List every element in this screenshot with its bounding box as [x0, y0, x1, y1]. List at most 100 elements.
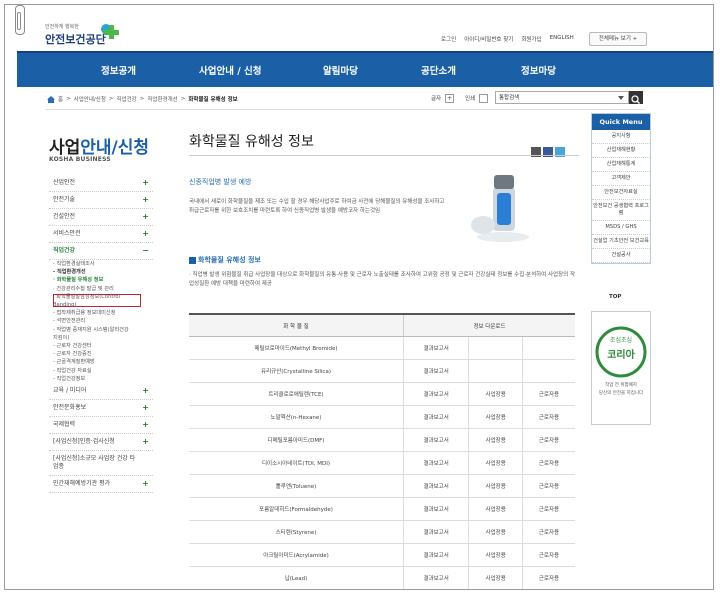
- sidebar-item[interactable]: 안전기술 +: [49, 192, 153, 209]
- top-utility-links: 로그인 아이디/비밀번호 찾기 회원가입 ENGLISH: [441, 35, 574, 43]
- safety-korea-banner[interactable]: 조심조심 코리아 작업 전 위험예지 당신의 안전을 지킵니다: [591, 311, 651, 425]
- download-link-cell[interactable]: 사업장용: [468, 405, 523, 429]
- sidebar-item[interactable]: - 근골격계질환예방: [49, 358, 153, 366]
- quick-menu-item[interactable]: 공지사항: [592, 130, 650, 144]
- top-button[interactable]: TOP: [609, 294, 621, 300]
- download-link-cell[interactable]: 결과보고서: [402, 497, 469, 521]
- nav-notice[interactable]: 알림마당: [323, 63, 358, 77]
- search-select[interactable]: 통합검색: [495, 91, 629, 104]
- sidebar-item[interactable]: - 접착제취급용 정보대미신청: [49, 309, 153, 317]
- download-link-cell[interactable]: 사업장용: [468, 543, 523, 567]
- download-link-cell[interactable]: 결과보고서: [402, 359, 469, 383]
- download-link-cell[interactable]: [468, 359, 523, 383]
- sidebar-title: 사업안내/신청: [49, 138, 150, 158]
- table-row: 포름알데히드(Formaldehyde) 결과보고서 사업장용 근로자용: [189, 497, 575, 521]
- sidebar-item[interactable]: 국제협력 +: [49, 417, 153, 435]
- sidebar-item[interactable]: - 직업건강정보: [49, 375, 153, 383]
- sidebar-item[interactable]: 건설안전 +: [49, 209, 153, 226]
- download-link-cell[interactable]: [521, 336, 575, 360]
- nav-about[interactable]: 공단소개: [421, 63, 456, 77]
- sidebar-item[interactable]: · 화학물질 유해성 정보: [49, 276, 153, 284]
- breadcrumb-home[interactable]: 홈: [58, 95, 63, 103]
- quick-menu-item[interactable]: MSDS / GHS: [592, 221, 650, 235]
- download-link-cell[interactable]: 근로자용: [521, 566, 575, 589]
- zoom-in-icon[interactable]: +: [444, 94, 454, 103]
- download-link-cell[interactable]: 근로자용: [521, 405, 575, 429]
- sidebar-item[interactable]: - 근로자 건강증진: [49, 350, 153, 358]
- safety-korea-logo: 조심조심 코리아 작업 전 위험예지 당신의 안전을 지킵니다: [595, 326, 647, 396]
- login-link[interactable]: 로그인: [441, 35, 456, 43]
- download-link-cell[interactable]: 사업장용: [468, 428, 523, 452]
- download-link-cell[interactable]: 근로자용: [521, 451, 575, 475]
- quick-menu-item[interactable]: 안전보건 공생협력 프로그램: [592, 200, 650, 221]
- find-id-link[interactable]: 아이디/비밀번호 찾기: [464, 35, 513, 43]
- sidebar-subtitle: KOSHA BUSINESS: [49, 156, 111, 163]
- sidebar-item[interactable]: 업종: [49, 463, 153, 477]
- download-link-cell[interactable]: 결과보고서: [402, 428, 469, 452]
- sidebar-item[interactable]: 민간재해예방기관 평가 +: [49, 476, 153, 494]
- sitemap-button[interactable]: 전체메뉴 보기 +: [589, 32, 647, 46]
- table-row: 트리클로로에틸렌(TCE) 결과보고서 사업장용 근로자용: [189, 382, 575, 406]
- download-link-cell[interactable]: 사업장용: [468, 497, 523, 521]
- svg-text:작업 전 위험예지: 작업 전 위험예지: [605, 381, 637, 388]
- quick-menu-item[interactable]: 건설업 기초안전 보건교육: [592, 235, 650, 249]
- download-link-cell[interactable]: 결과보고서: [402, 451, 469, 475]
- download-link-cell[interactable]: 결과보고서: [402, 543, 469, 567]
- nav-info-center[interactable]: 정보마당: [521, 63, 556, 77]
- sidebar-item[interactable]: 지킴이): [49, 334, 153, 342]
- download-link-cell[interactable]: 사업장용: [469, 590, 523, 591]
- download-link-cell[interactable]: 근로자용: [521, 428, 575, 452]
- nav-business[interactable]: 사업안내 / 신청: [199, 63, 262, 77]
- quick-menu-item[interactable]: 건설공사: [592, 249, 650, 263]
- download-link-cell[interactable]: 결과보고서: [404, 590, 469, 591]
- sidebar-item[interactable]: 안전문화홍보 +: [49, 400, 153, 418]
- download-link-cell[interactable]: 근로자용: [521, 520, 575, 544]
- sidebar-item[interactable]: 직업건강 −: [49, 243, 153, 260]
- download-link-cell[interactable]: 근로자용: [521, 382, 575, 406]
- download-link-cell[interactable]: 근로자용: [522, 590, 575, 591]
- download-link-cell[interactable]: [468, 336, 523, 360]
- download-link-cell[interactable]: [521, 359, 575, 383]
- sidebar-item[interactable]: [사업신청]소규모 사업장 건강 타: [49, 451, 153, 463]
- kosha-cross-logo-icon: [101, 24, 119, 39]
- download-link-cell[interactable]: 사업장용: [468, 451, 523, 475]
- print-icon[interactable]: [478, 94, 488, 103]
- sidebar-item[interactable]: [사업신청]인증·검사신청 +: [49, 434, 153, 452]
- sidebar-item[interactable]: - 작업병 중재지원 시스템(알리건강: [49, 326, 153, 334]
- download-link-cell[interactable]: 근로자용: [521, 543, 575, 567]
- search-button[interactable]: [629, 91, 643, 104]
- breadcrumb-health[interactable]: 직업건강: [117, 95, 137, 103]
- sidebar-item[interactable]: 산업안전 +: [49, 175, 153, 192]
- download-link-cell[interactable]: 사업장용: [468, 566, 523, 589]
- download-link-cell[interactable]: 사업장용: [468, 382, 523, 406]
- quick-menu-item[interactable]: 고객제안: [592, 172, 650, 186]
- download-link-cell[interactable]: 결과보고서: [402, 336, 469, 360]
- download-link-cell[interactable]: 근로자용: [521, 474, 575, 498]
- sidebar-item[interactable]: - 직업환경실태조사: [49, 260, 153, 268]
- download-link-cell[interactable]: 결과보고서: [402, 520, 469, 544]
- download-link-cell[interactable]: 결과보고서: [402, 382, 469, 406]
- download-link-cell[interactable]: 결과보고서: [402, 474, 469, 498]
- sidebar-item[interactable]: 서비스안전 +: [49, 226, 153, 243]
- breadcrumb-improvement[interactable]: 직업환경개선: [147, 95, 177, 103]
- quick-menu-item[interactable]: 산업재해현황: [592, 144, 650, 158]
- nav-info-disclosure[interactable]: 정보공개: [101, 63, 136, 77]
- sidebar-item[interactable]: - 직업건강 자료실: [49, 367, 153, 375]
- quick-menu-item[interactable]: 산업재해통계: [592, 158, 650, 172]
- join-link[interactable]: 회원가입: [521, 35, 541, 43]
- sidebar-item[interactable]: - 직업환경개선: [49, 268, 153, 276]
- download-link-cell[interactable]: 결과보고서: [402, 405, 469, 429]
- home-icon[interactable]: [47, 95, 55, 103]
- sidebar-item[interactable]: 교육 / 미디어 +: [49, 383, 153, 401]
- print-control[interactable]: 인쇄: [465, 94, 488, 103]
- quick-menu-item[interactable]: 안전보건자료실: [592, 186, 650, 200]
- download-link-cell[interactable]: 사업장용: [468, 474, 523, 498]
- english-link[interactable]: ENGLISH: [550, 35, 574, 43]
- sidebar-item[interactable]: - 석면안전관리: [49, 317, 153, 325]
- download-link-cell[interactable]: 사업장용: [468, 520, 523, 544]
- sidebar-item[interactable]: · 건강관리수첩 발급 및 관리: [49, 285, 153, 293]
- sidebar-item[interactable]: - 근로자 건강센터: [49, 342, 153, 350]
- breadcrumb-business[interactable]: 사업안내/신청: [74, 95, 106, 103]
- download-link-cell[interactable]: 결과보고서: [402, 566, 469, 589]
- download-link-cell[interactable]: 근로자용: [521, 497, 575, 521]
